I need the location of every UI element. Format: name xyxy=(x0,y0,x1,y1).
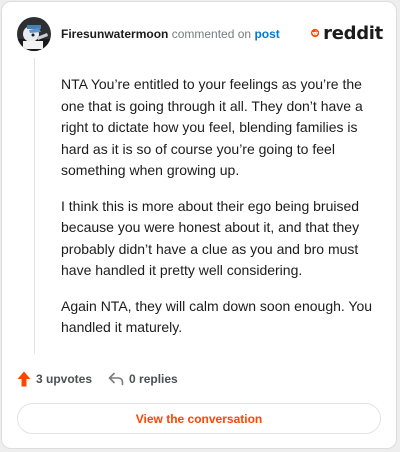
username[interactable]: Firesunwatermoon xyxy=(61,27,168,41)
comment-paragraph: I think this is more about their ego bei… xyxy=(61,197,360,279)
view-conversation-button[interactable]: View the conversation xyxy=(17,403,381,434)
reddit-snoo-icon xyxy=(311,28,320,38)
replies-stat[interactable]: 0 replies xyxy=(108,372,178,386)
user-avatar[interactable] xyxy=(17,17,51,51)
comment-stats: 3 upvotes 0 replies xyxy=(17,369,178,389)
reddit-wordmark: reddit xyxy=(323,22,383,44)
comment-paragraph: Again NTA, they will calm down soon enou… xyxy=(61,297,373,336)
comment-paragraph: NTA You’re entitled to your feelings as … xyxy=(61,76,363,178)
upvote-arrow-icon[interactable] xyxy=(17,371,31,387)
comment-body: NTA You’re entitled to your feelings as … xyxy=(61,74,389,353)
upvotes-stat[interactable]: 3 upvotes xyxy=(17,371,92,387)
replies-count: 0 replies xyxy=(129,372,178,386)
reddit-logo[interactable]: reddit xyxy=(311,20,383,46)
thread-line xyxy=(34,58,35,354)
post-link[interactable]: post xyxy=(254,27,279,41)
reply-arrow-icon[interactable] xyxy=(108,372,124,386)
action-text: commented on xyxy=(171,27,252,41)
upvotes-count: 3 upvotes xyxy=(36,372,93,386)
comment-header: Firesunwatermoon commented on post xyxy=(61,26,280,42)
